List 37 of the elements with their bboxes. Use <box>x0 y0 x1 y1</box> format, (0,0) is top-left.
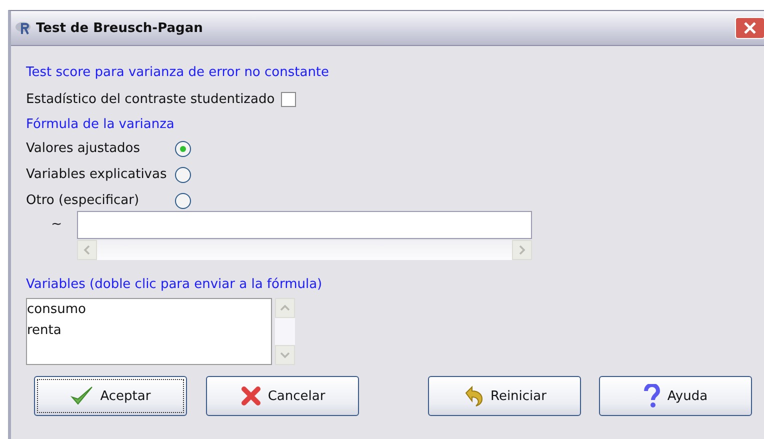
vertical-scrollbar[interactable] <box>275 298 295 365</box>
radio-button[interactable] <box>174 192 191 208</box>
chevron-left-icon <box>83 245 91 255</box>
cancel-button[interactable]: Cancelar <box>206 376 359 416</box>
window-title: Test de Breusch-Pagan <box>36 20 203 36</box>
list-item[interactable]: renta <box>27 320 271 341</box>
close-button[interactable] <box>735 17 764 39</box>
x-mark-icon <box>240 385 262 407</box>
checkmark-icon <box>70 385 94 407</box>
radio-button[interactable] <box>174 140 191 156</box>
accept-button[interactable]: Aceptar <box>34 376 187 416</box>
scroll-left-button[interactable] <box>77 240 97 260</box>
radio-label: Otro (especificar) <box>26 192 140 210</box>
checkbox-label: Estadístico del contraste studentizado <box>26 90 275 108</box>
formula-input-field[interactable] <box>77 211 532 239</box>
question-mark-icon <box>643 384 662 408</box>
radio-label: Variables explicativas <box>26 166 167 184</box>
horizontal-scrollbar[interactable] <box>77 240 532 260</box>
checkbox[interactable] <box>280 92 296 106</box>
list-item[interactable]: consumo <box>27 299 271 320</box>
radio-label: Valores ajustados <box>26 140 142 158</box>
section-heading: Variables (doble clic para enviar a la fórmula) <box>26 276 324 294</box>
scroll-right-button[interactable] <box>512 240 532 260</box>
section-heading: Fórmula de la varianza <box>26 116 176 134</box>
scroll-up-button[interactable] <box>275 298 295 318</box>
reset-button[interactable]: Reiniciar <box>428 376 581 416</box>
chevron-up-icon <box>280 304 290 312</box>
tilde-label: ~ <box>50 216 63 234</box>
section-heading: Test score para varianza de error no constante <box>26 64 330 82</box>
close-icon <box>743 21 757 35</box>
scroll-down-button[interactable] <box>275 345 295 365</box>
chevron-down-icon <box>280 351 290 359</box>
radio-button[interactable] <box>174 166 191 182</box>
r-logo-icon <box>15 21 31 35</box>
undo-arrow-icon <box>462 385 484 407</box>
chevron-right-icon <box>518 245 526 255</box>
help-button[interactable]: Ayuda <box>599 376 752 416</box>
